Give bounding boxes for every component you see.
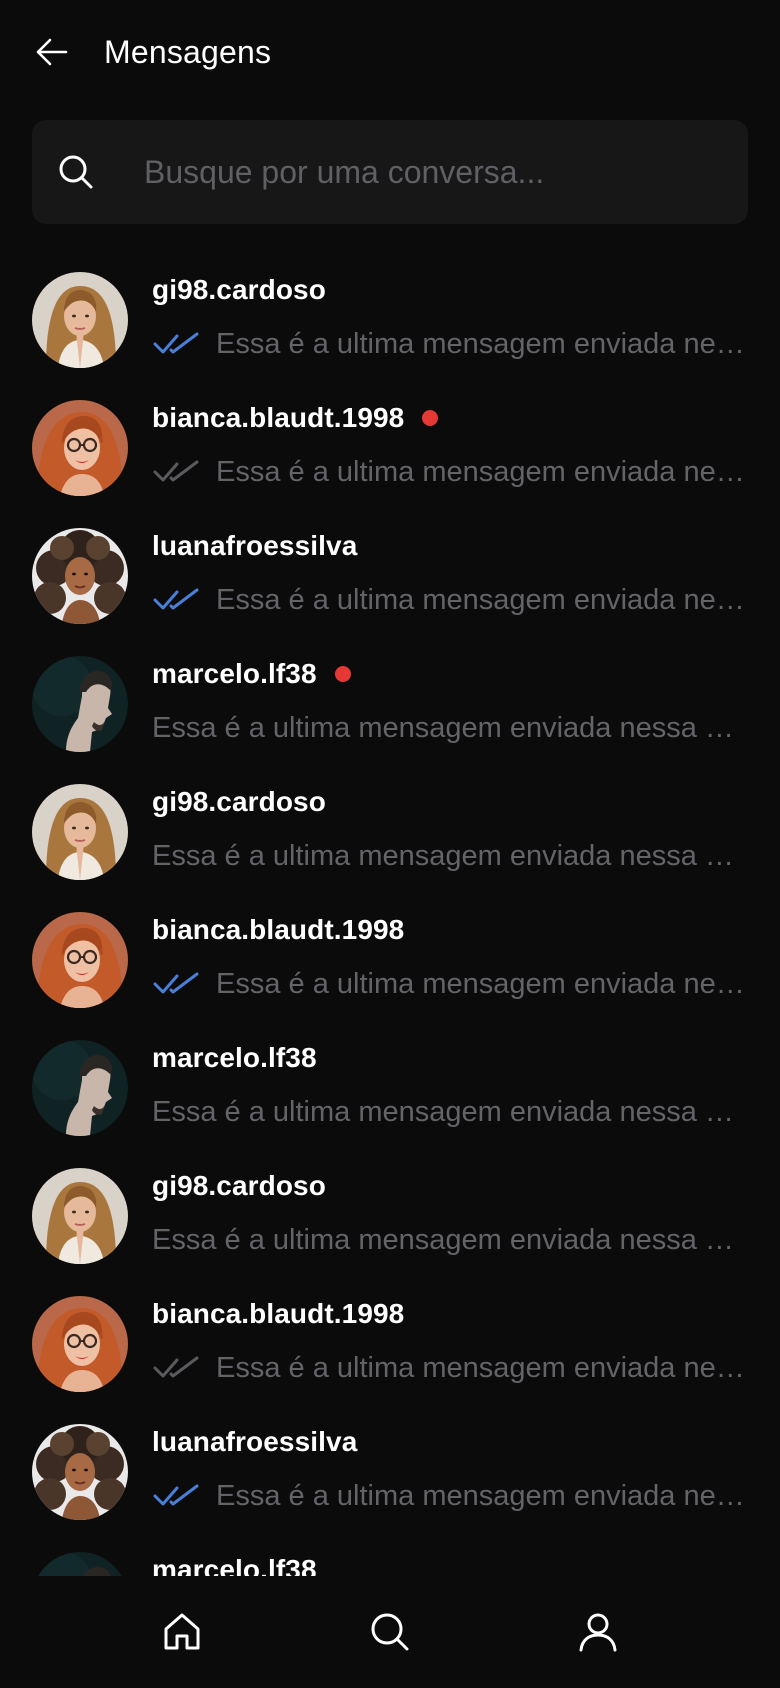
conversation-row[interactable]: marcelo.lf38 Essa é a ultima mensagem env… xyxy=(0,640,780,768)
last-message-line: Essa é a ultima mensagem enviada nessa c… xyxy=(152,322,748,366)
last-message-line: Essa é a ultima mensagem enviada nessa c… xyxy=(152,450,748,494)
arrow-left-icon xyxy=(36,38,68,66)
last-message-preview: Essa é a ultima mensagem enviada nessa c… xyxy=(216,1479,748,1512)
username-line: bianca.blaudt.1998 xyxy=(152,1294,404,1334)
last-message-preview: Essa é a ultima mensagem enviada nessa c… xyxy=(216,1351,748,1384)
double-check-read-icon xyxy=(153,332,199,354)
last-message-preview: Essa é a ultima mensagem enviada nessa c… xyxy=(152,711,748,744)
username-line: bianca.blaudt.1998 xyxy=(152,398,439,438)
username-line: marcelo.lf38 xyxy=(152,1038,317,1078)
conversation-row[interactable]: luanafroessilva Essa é a ultima mensagem … xyxy=(0,512,780,640)
search-icon xyxy=(371,1613,409,1651)
back-button[interactable] xyxy=(30,30,74,74)
last-message-line: Essa é a ultima mensagem enviada nessa c… xyxy=(152,1090,748,1134)
nav-search-button[interactable] xyxy=(342,1584,438,1680)
unread-dot xyxy=(334,666,351,682)
last-message-line: Essa é a ultima mensagem enviada nessa c… xyxy=(152,962,748,1006)
avatar xyxy=(32,784,128,880)
conversation-row[interactable]: luanafroessilva Essa é a ultima mensagem … xyxy=(0,1408,780,1536)
conversation-row[interactable]: bianca.blaudt.1998 Essa é a ultima mensag… xyxy=(0,384,780,512)
last-message-preview: Essa é a ultima mensagem enviada nessa c… xyxy=(216,455,748,488)
avatar xyxy=(32,272,128,368)
username: luanafroessilva xyxy=(152,530,358,561)
username: gi98.cardoso xyxy=(152,786,326,817)
username-line: luanafroessilva xyxy=(152,526,357,566)
double-check-delivered-icon xyxy=(153,460,199,482)
last-message-preview: Essa é a ultima mensagem enviada nessa c… xyxy=(216,327,748,360)
last-message-line: Essa é a ultima mensagem enviada nessa c… xyxy=(152,1218,748,1262)
search-input[interactable] xyxy=(112,142,754,202)
username-line: bianca.blaudt.1998 xyxy=(152,910,404,950)
last-message-preview: Essa é a ultima mensagem enviada nessa c… xyxy=(152,839,748,872)
username: marcelo.lf38 xyxy=(152,658,317,689)
last-message-preview: Essa é a ultima mensagem enviada nessa c… xyxy=(152,1095,748,1128)
username-line: gi98.cardoso xyxy=(152,782,326,822)
last-message-preview: Essa é a ultima mensagem enviada nessa c… xyxy=(216,583,748,616)
search-bar[interactable] xyxy=(32,120,754,224)
username-line: gi98.cardoso xyxy=(152,270,326,310)
conversation-row[interactable]: gi98.cardoso Essa é a ultima mensagem env… xyxy=(0,768,780,896)
conversation-row[interactable]: marcelo.lf38 Essa é a ultima mensagem env… xyxy=(0,1024,780,1152)
avatar xyxy=(32,912,128,1008)
last-message-line: Essa é a ultima mensagem enviada nessa c… xyxy=(152,706,748,750)
last-message-line: Essa é a ultima mensagem enviada nessa c… xyxy=(152,834,748,878)
username-line: marcelo.lf38 xyxy=(152,1550,317,1576)
double-check-read-icon xyxy=(153,1484,199,1506)
avatar xyxy=(32,400,128,496)
username: bianca.blaudt.1998 xyxy=(152,402,405,433)
username: gi98.cardoso xyxy=(152,1170,326,1201)
avatar xyxy=(32,1040,128,1136)
username: bianca.blaudt.1998 xyxy=(152,914,405,945)
nav-home-button[interactable] xyxy=(134,1584,230,1680)
last-message-line: Essa é a ultima mensagem enviada nessa c… xyxy=(152,1346,748,1390)
double-check-delivered-icon xyxy=(153,1356,199,1378)
conversation-row[interactable]: gi98.cardoso Essa é a ultima mensagem env… xyxy=(0,256,780,384)
username: luanafroessilva xyxy=(152,1426,358,1457)
conversation-list: gi98.cardoso Essa é a ultima mensagem env… xyxy=(0,256,780,1576)
page-title: Mensagens xyxy=(104,34,272,70)
search-icon xyxy=(59,155,93,189)
last-message-preview: Essa é a ultima mensagem enviada nessa c… xyxy=(152,1223,748,1256)
last-message-preview: Essa é a ultima mensagem enviada nessa c… xyxy=(216,967,748,1000)
conversation-row[interactable]: bianca.blaudt.1998 Essa é a ultima mensag… xyxy=(0,1280,780,1408)
conversation-row[interactable]: marcelo.lf38 xyxy=(0,1536,780,1576)
username-line: luanafroessilva xyxy=(152,1422,357,1462)
avatar xyxy=(32,1168,128,1264)
username: marcelo.lf38 xyxy=(152,1042,317,1073)
avatar xyxy=(32,656,128,752)
username: bianca.blaudt.1998 xyxy=(152,1298,405,1329)
double-check-read-icon xyxy=(153,588,199,610)
avatar xyxy=(32,1296,128,1392)
double-check-read-icon xyxy=(153,972,199,994)
user-icon xyxy=(579,1613,617,1652)
username: marcelo.lf38 xyxy=(152,1554,317,1576)
nav-profile-button[interactable] xyxy=(550,1584,646,1680)
username-line: marcelo.lf38 xyxy=(152,654,351,694)
avatar xyxy=(32,528,128,624)
header: Mensagens xyxy=(0,0,780,104)
conversation-row[interactable]: gi98.cardoso Essa é a ultima mensagem env… xyxy=(0,1152,780,1280)
bottom-nav xyxy=(0,1576,780,1688)
last-message-line: Essa é a ultima mensagem enviada nessa c… xyxy=(152,1474,748,1518)
home-icon xyxy=(164,1613,200,1650)
conversation-row[interactable]: bianca.blaudt.1998 Essa é a ultima mensag… xyxy=(0,896,780,1024)
username-line: gi98.cardoso xyxy=(152,1166,326,1206)
username: gi98.cardoso xyxy=(152,274,326,305)
avatar xyxy=(32,1424,128,1520)
unread-dot xyxy=(422,410,439,426)
last-message-line: Essa é a ultima mensagem enviada nessa c… xyxy=(152,578,748,622)
avatar xyxy=(32,1552,128,1576)
